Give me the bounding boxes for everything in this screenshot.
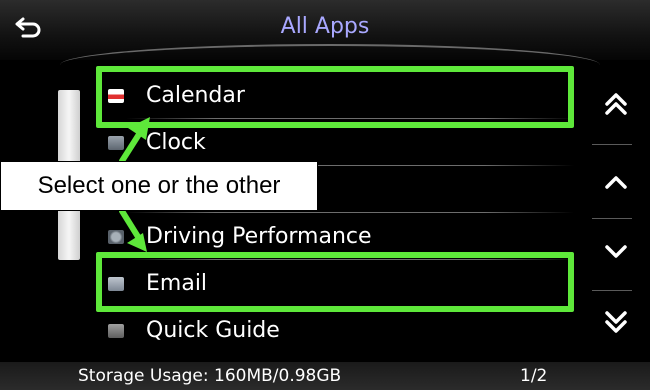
arrow-to-email <box>119 208 147 252</box>
annotation-callout: Select one or the other <box>0 161 318 211</box>
app-screen: All Apps Calendar Clock Driving Performa… <box>0 0 650 390</box>
arrow-to-calendar <box>119 117 150 164</box>
